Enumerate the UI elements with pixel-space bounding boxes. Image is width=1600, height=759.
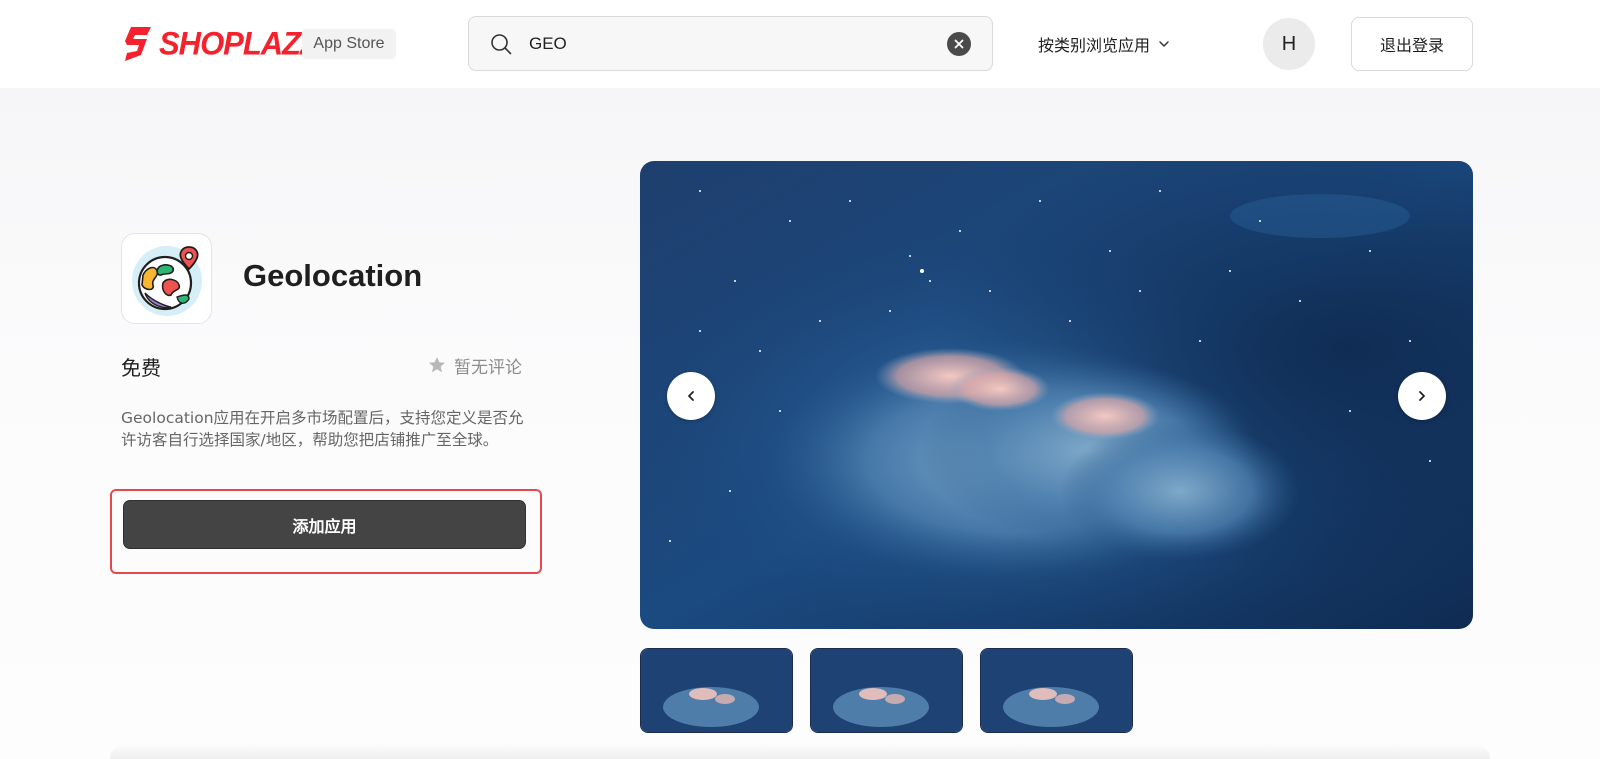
browse-categories-dropdown[interactable]: 按类别浏览应用	[1038, 30, 1170, 58]
search-icon	[491, 34, 512, 55]
footer-shadow	[110, 744, 1490, 759]
add-app-button[interactable]: 添加应用	[123, 500, 526, 549]
app-icon	[121, 233, 212, 324]
app-reviews: 暂无评论	[428, 354, 522, 378]
app-title: Geolocation	[243, 258, 423, 293]
user-avatar[interactable]: H	[1263, 18, 1315, 70]
chevron-right-icon	[1419, 391, 1425, 401]
carousel-next-button[interactable]	[1398, 372, 1446, 420]
carousel-thumbnail[interactable]	[810, 648, 963, 733]
night-sky-cloud-image	[640, 161, 1473, 629]
chevron-down-icon	[1159, 41, 1169, 47]
top-header: SHOPLAZZA App Store 按类别浏览应用 H 退出登录	[0, 0, 1600, 88]
globe-location-icon	[131, 245, 202, 316]
shoplazza-logo-icon	[125, 27, 151, 61]
carousel-prev-button[interactable]	[667, 372, 715, 420]
reviews-label: 暂无评论	[454, 357, 522, 378]
carousel-thumbnail[interactable]	[640, 648, 793, 733]
carousel-main-image	[640, 161, 1473, 629]
clear-search-icon[interactable]	[947, 32, 971, 56]
thumbnail-image	[641, 649, 792, 732]
carousel-thumbnail[interactable]	[980, 648, 1133, 733]
app-store-badge: App Store	[302, 29, 396, 59]
app-price: 免费	[121, 356, 161, 380]
logout-button[interactable]: 退出登录	[1351, 17, 1473, 71]
close-icon	[954, 39, 964, 49]
search-box	[468, 16, 993, 71]
app-description: Geolocation应用在开启多市场配置后，支持您定义是否允许访客自行选择国家…	[121, 409, 524, 449]
browse-categories-label: 按类别浏览应用	[1038, 36, 1151, 55]
search-input[interactable]	[529, 17, 909, 70]
chevron-left-icon	[688, 391, 694, 401]
thumbnail-image	[811, 649, 962, 732]
thumbnail-image	[981, 649, 1132, 732]
star-icon	[429, 357, 445, 373]
